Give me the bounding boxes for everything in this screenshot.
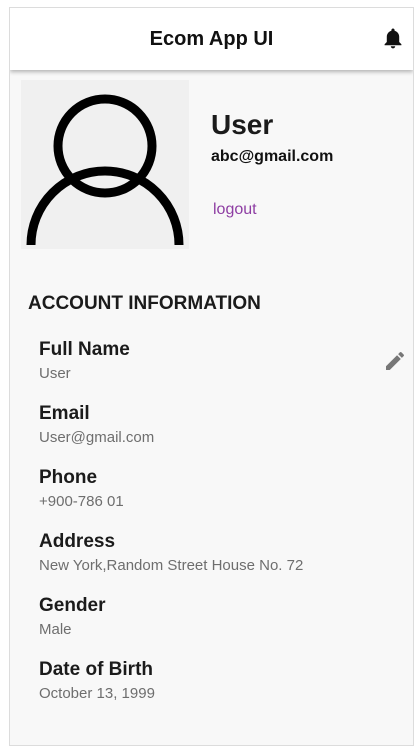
edit-profile-button[interactable]	[383, 349, 407, 373]
bell-icon[interactable]	[383, 27, 403, 49]
info-item-address: Address New York,Random Street House No.…	[39, 530, 399, 594]
info-value: New York,Random Street House No. 72	[39, 557, 304, 574]
account-information-heading: ACCOUNT INFORMATION	[28, 293, 261, 314]
avatar	[21, 80, 189, 249]
app-screen: Ecom App UI User abc@gmail.com logout AC…	[9, 7, 414, 746]
profile-name: User	[211, 109, 274, 140]
info-label: Full Name	[39, 339, 130, 360]
app-title: Ecom App UI	[149, 28, 274, 50]
info-label: Date of Birth	[39, 659, 153, 680]
person-outline-icon	[26, 94, 184, 246]
info-item-full-name: Full Name User	[39, 338, 405, 402]
account-info-list: Full Name User Email User@gmail.com Phon…	[39, 338, 405, 722]
profile-email: abc@gmail.com	[211, 148, 334, 165]
info-value: User	[39, 365, 71, 382]
app-bar: Ecom App UI	[10, 8, 413, 70]
info-label: Phone	[39, 467, 98, 488]
info-value: User@gmail.com	[39, 429, 155, 446]
pencil-icon	[386, 351, 405, 370]
info-value: October 13, 1999	[39, 685, 155, 702]
info-label: Email	[39, 403, 90, 424]
info-item-date-of-birth: Date of Birth October 13, 1999	[39, 658, 399, 722]
info-value: +900-786 01	[39, 493, 124, 510]
logout-link[interactable]: logout	[213, 201, 257, 219]
info-label: Gender	[39, 595, 106, 616]
info-item-email: Email User@gmail.com	[39, 402, 399, 466]
info-item-phone: Phone +900-786 01	[39, 466, 399, 530]
info-label: Address	[39, 531, 116, 552]
info-value: Male	[39, 621, 72, 638]
info-item-gender: Gender Male	[39, 594, 399, 658]
